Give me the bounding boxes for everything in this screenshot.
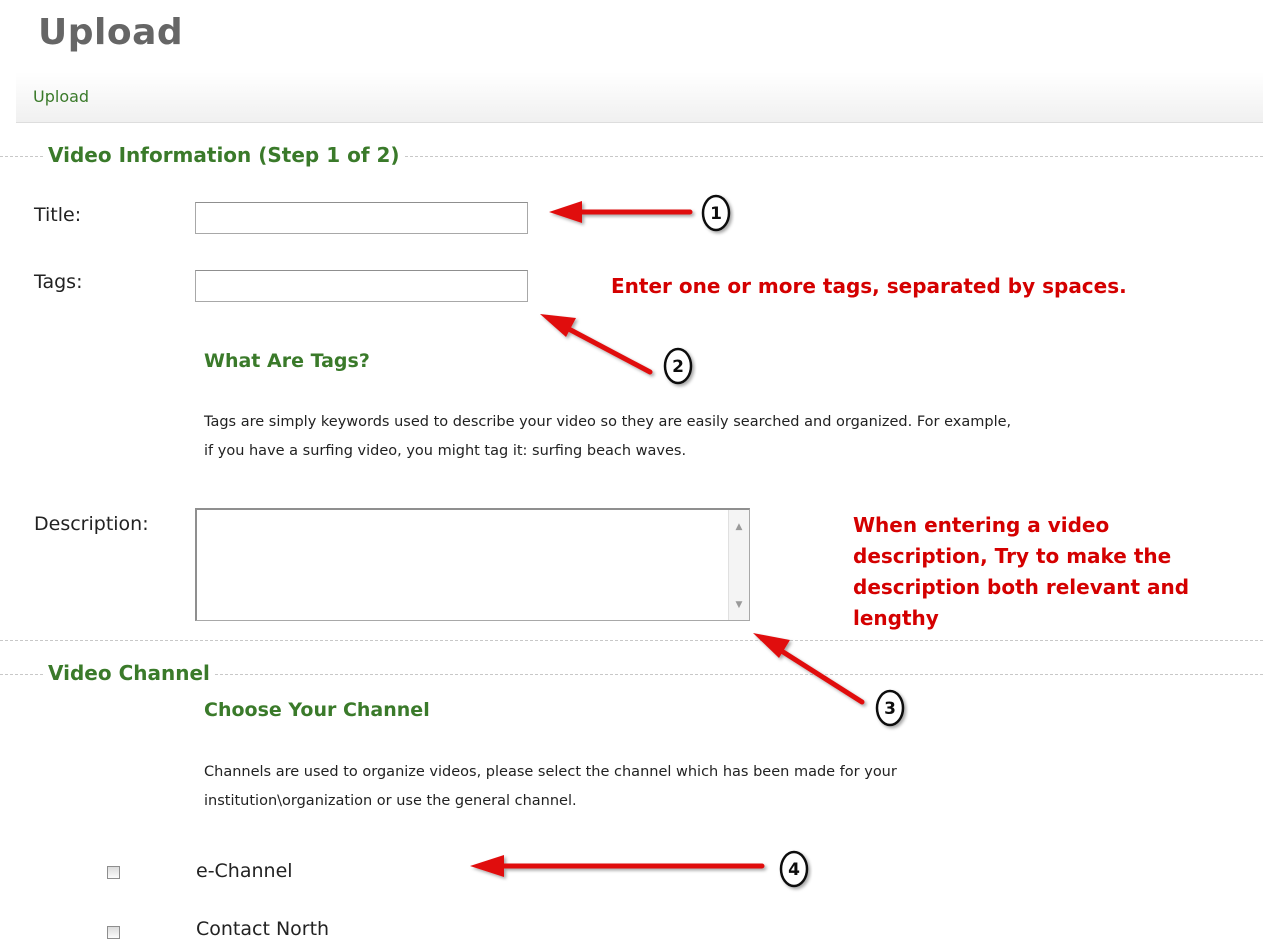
annotation-arrow-1 (549, 201, 693, 223)
channel-help-heading: Choose Your Channel (204, 699, 430, 721)
description-label: Description: (34, 513, 149, 535)
video-channel-legend: Video Channel (44, 661, 214, 685)
description-textarea-box: ▲ ▼ (195, 508, 750, 621)
marker-1-label: 1 (710, 204, 722, 224)
tags-help-line-1: Tags are simply keywords used to describ… (204, 414, 1012, 430)
tags-help-heading: What Are Tags? (204, 350, 370, 372)
marker-3-label: 3 (884, 699, 896, 719)
description-scrollbar[interactable]: ▲ ▼ (728, 510, 749, 620)
tags-help-text: Tags are simply keywords used to describ… (204, 408, 1011, 466)
tags-help-line-2: if you have a surfing video, you might t… (204, 443, 687, 459)
description-textarea[interactable] (197, 510, 729, 620)
annotation-arrow-3 (753, 633, 865, 705)
annotation-marker-1: 1 (701, 194, 731, 232)
tags-label: Tags: (34, 271, 83, 293)
title-label: Title: (34, 204, 82, 226)
breadcrumb-link-upload[interactable]: Upload (33, 87, 89, 106)
channel-checkbox-contact-north[interactable] (107, 926, 120, 939)
channel-help-text: Channels are used to organize videos, pl… (204, 758, 897, 816)
scroll-up-arrow-icon[interactable]: ▲ (729, 518, 749, 536)
tags-hint-note: Enter one or more tags, separated by spa… (611, 274, 1127, 298)
channel-label-e-channel: e-Channel (196, 860, 293, 882)
channel-label-contact-north: Contact North (196, 918, 330, 940)
video-info-legend: Video Information (Step 1 of 2) (44, 143, 404, 167)
annotation-marker-4: 4 (779, 850, 809, 888)
description-hint-line-2: description, Try to make the (853, 544, 1172, 568)
channel-help-line-1: Channels are used to organize videos, pl… (204, 764, 897, 780)
title-input[interactable] (195, 202, 528, 234)
description-hint-note: When entering a video description, Try t… (853, 510, 1189, 634)
breadcrumb: Upload (16, 72, 1263, 123)
description-hint-line-1: When entering a video (853, 513, 1110, 537)
description-hint-line-3: description both relevant and (853, 575, 1190, 599)
scroll-down-arrow-icon[interactable]: ▼ (729, 596, 749, 614)
tags-input[interactable] (195, 270, 528, 302)
annotation-arrow-4 (470, 855, 765, 877)
page-title: Upload (38, 12, 184, 53)
annotation-marker-2: 2 (663, 347, 693, 385)
annotation-arrow-2 (540, 314, 653, 375)
marker-2-label: 2 (672, 357, 684, 377)
channel-help-line-2: institution\organization or use the gene… (204, 793, 577, 809)
marker-4-label: 4 (788, 860, 800, 880)
description-hint-line-4: lengthy (853, 606, 939, 630)
annotation-marker-3: 3 (875, 689, 905, 727)
channel-checkbox-e-channel[interactable] (107, 866, 120, 879)
section-divider (0, 640, 1263, 641)
